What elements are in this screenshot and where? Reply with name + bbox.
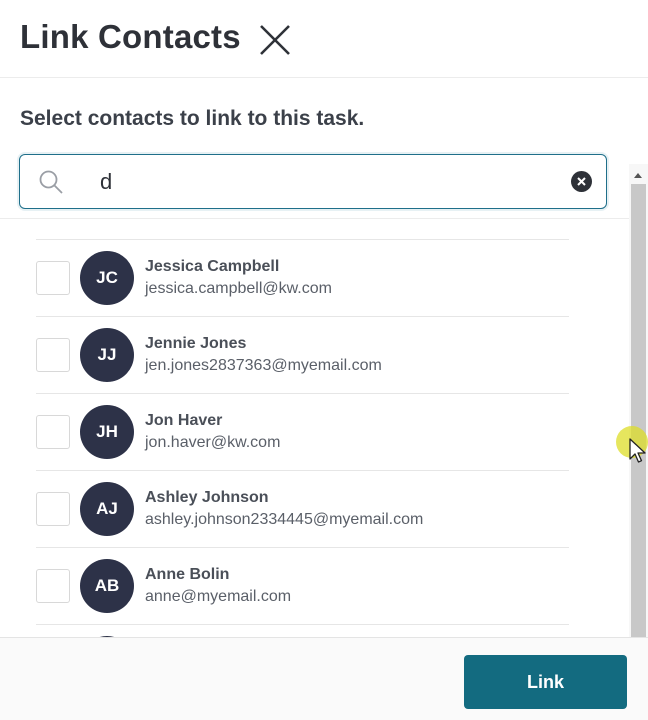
contact-email: jessica.campbell@kw.com [145, 280, 332, 297]
contact-row[interactable]: JC Jessica Campbell jessica.campbell@kw.… [36, 240, 569, 317]
clear-icon [577, 177, 586, 186]
search-input[interactable] [100, 165, 560, 199]
avatar: JC [80, 251, 134, 305]
search-icon [39, 170, 63, 194]
mouse-pointer-icon [629, 438, 646, 463]
contact-list[interactable]: JC Jessica Campbell jessica.campbell@kw.… [0, 222, 608, 637]
contact-checkbox[interactable] [36, 261, 70, 295]
avatar: AB [80, 559, 134, 613]
avatar: JH [80, 405, 134, 459]
clear-search-button[interactable] [571, 171, 592, 192]
dialog-title: Link Contacts [20, 18, 241, 55]
avatar: JJ [80, 328, 134, 382]
contact-row[interactable]: AJ Ashley Johnson ashley.johnson2334445@… [36, 471, 569, 548]
search-field[interactable] [19, 154, 607, 209]
contact-row[interactable] [36, 625, 569, 637]
contact-name: Jessica Campbell [145, 258, 280, 275]
contact-email: jon.haver@kw.com [145, 434, 281, 451]
scroll-up-icon[interactable] [634, 173, 642, 178]
contact-checkbox[interactable] [36, 569, 70, 603]
contact-email: anne@myemail.com [145, 588, 292, 605]
close-button[interactable] [257, 22, 293, 58]
contact-checkbox[interactable] [36, 415, 70, 449]
contact-email: jen.jones2837363@myemail.com [145, 357, 382, 374]
contact-row[interactable]: JH Jon Haver jon.haver@kw.com [36, 394, 569, 471]
divider [0, 218, 630, 219]
contact-name: Anne Bolin [145, 566, 230, 583]
avatar: AJ [80, 482, 134, 536]
dialog-footer: Link [0, 637, 648, 720]
contact-row[interactable]: AB Anne Bolin anne@myemail.com [36, 548, 569, 625]
contact-checkbox[interactable] [36, 338, 70, 372]
contact-row[interactable]: JJ Jennie Jones jen.jones2837363@myemail… [36, 317, 569, 394]
close-icon [260, 25, 290, 55]
contact-checkbox[interactable] [36, 492, 70, 526]
contact-name: Jon Haver [145, 412, 223, 429]
instruction-text: Select contacts to link to this task. [20, 107, 365, 130]
contact-name: Jennie Jones [145, 335, 247, 352]
dialog-header: Link Contacts [0, 0, 648, 78]
dialog-body: Select contacts to link to this task. JC… [0, 82, 648, 719]
contact-name: Ashley Johnson [145, 489, 269, 506]
link-button[interactable]: Link [464, 655, 627, 709]
contact-email: ashley.johnson2334445@myemail.com [145, 511, 424, 528]
dialog-scrollbar-thumb[interactable] [631, 184, 646, 642]
